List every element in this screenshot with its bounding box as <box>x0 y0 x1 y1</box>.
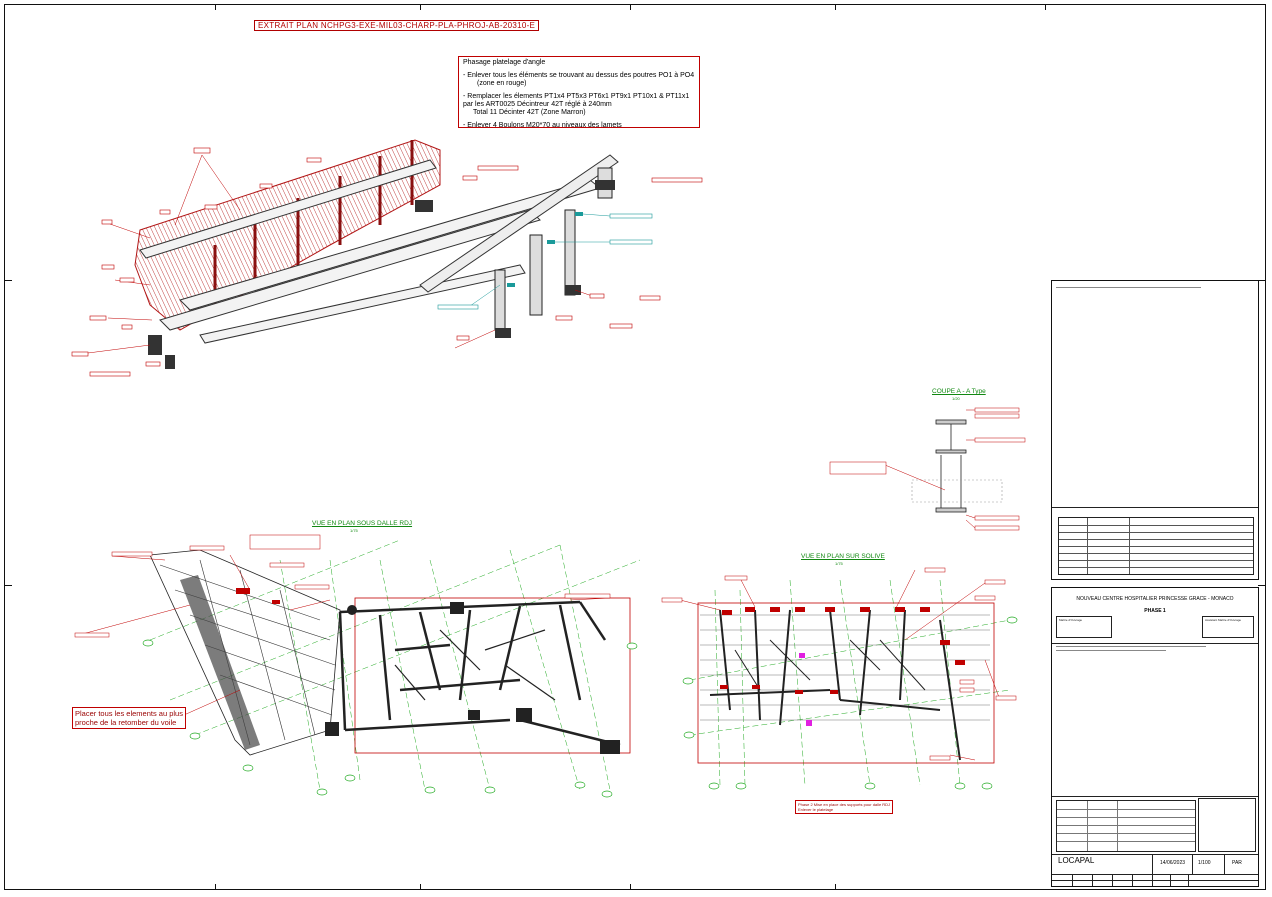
revision-block <box>1051 280 1259 580</box>
owner-box: Maître d'Ouvrage <box>1056 616 1112 638</box>
date: 14/06/2023 <box>1160 860 1186 866</box>
owner-label: Maître d'Ouvrage <box>1059 618 1083 622</box>
sheet-format: PAR <box>1232 860 1242 866</box>
stakeholder-table <box>1056 800 1196 852</box>
scale: 1/100 <box>1198 860 1211 866</box>
title-block: NOUVEAU CENTRE HOSPITALIER PRINCESSE GRA… <box>1051 587 1259 887</box>
assistant-owner-box: Assistant Maître d'Ouvrage <box>1202 616 1254 638</box>
project-name: NOUVEAU CENTRE HOSPITALIER PRINCESSE GRA… <box>1076 596 1234 602</box>
phase-2-note: Phase 2 Mise en place des supports pour … <box>795 800 894 814</box>
phase-2-note-line: Enlever le platelage <box>798 807 834 812</box>
phase-label: PHASE 1 <box>1144 608 1166 614</box>
assistant-owner-label: Assistant Maître d'Ouvrage <box>1205 618 1242 622</box>
company-name: LOCAPAL <box>1058 856 1095 865</box>
stamp-box <box>1198 798 1256 852</box>
